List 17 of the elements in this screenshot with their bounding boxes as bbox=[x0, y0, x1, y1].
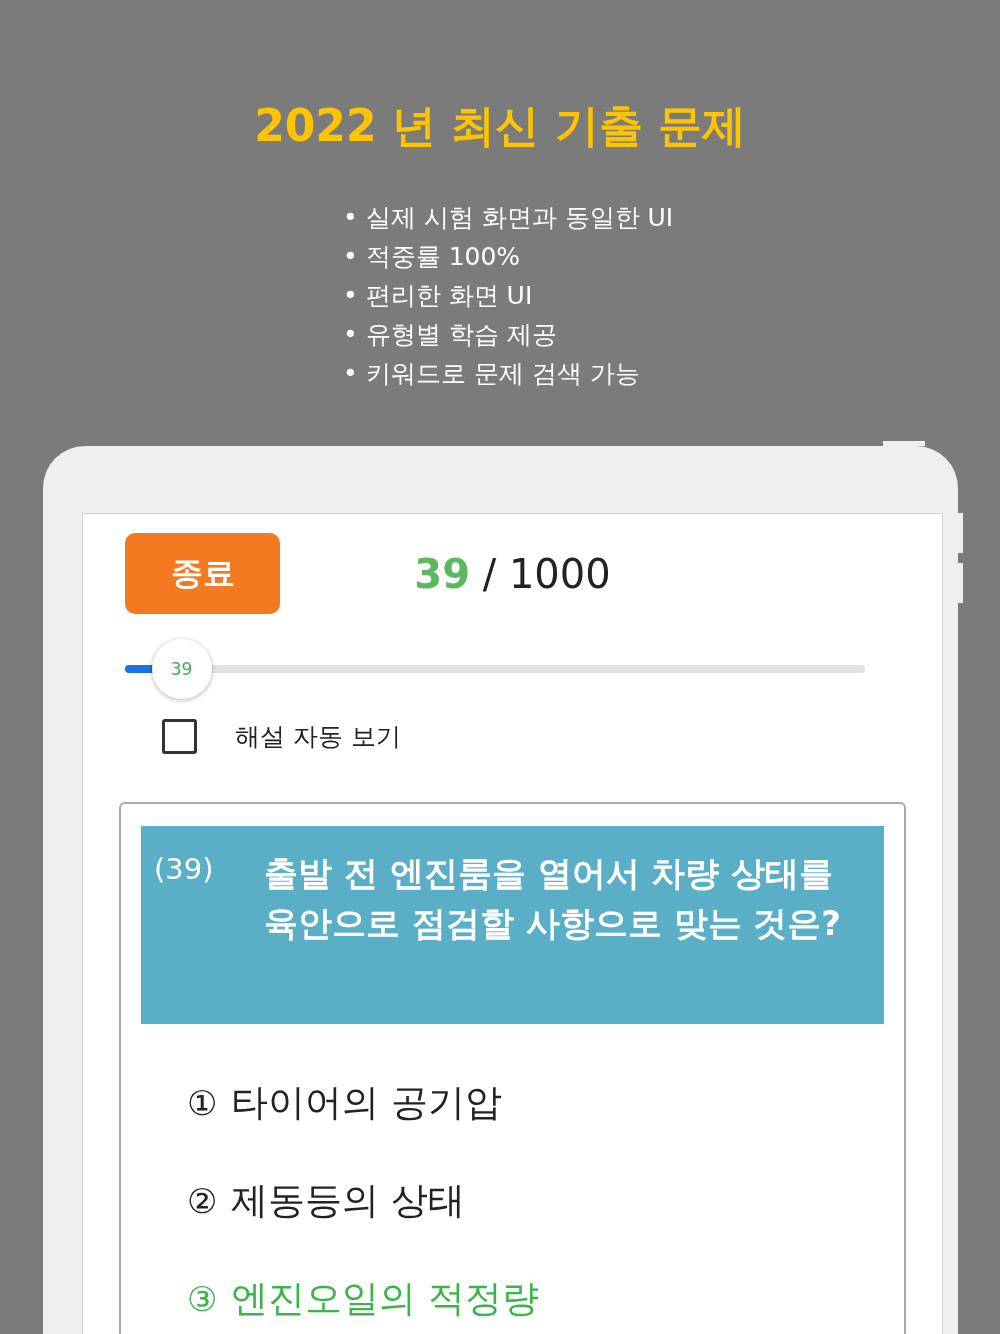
end-button[interactable]: 종료 bbox=[125, 533, 280, 614]
question-number: (39) bbox=[154, 852, 215, 888]
checkbox[interactable] bbox=[162, 719, 197, 754]
feature-item: • 키워드로 문제 검색 가능 bbox=[343, 358, 641, 390]
checkbox-label: 해설 자동 보기 bbox=[235, 721, 401, 753]
answer-option[interactable]: ① 타이어의 공기압 bbox=[187, 1054, 884, 1152]
feature-item: • 적중률 100% bbox=[343, 241, 522, 273]
feature-item: • 편리한 화면 UI bbox=[343, 280, 534, 312]
question-slider[interactable]: 39 bbox=[125, 639, 865, 699]
answer-option[interactable]: ② 제동등의 상태 bbox=[187, 1152, 884, 1250]
answer-option[interactable]: ③ 엔진오일의 적정량 bbox=[187, 1250, 884, 1334]
question-counter: 39 / 1000 bbox=[414, 550, 611, 597]
feature-item: • 실제 시험 화면과 동일한 UI bbox=[343, 202, 675, 234]
slider-thumb[interactable]: 39 bbox=[151, 639, 212, 699]
question-text: 출발 전 엔진룸을 열어서 차량 상태를 육안으로 점검할 사항으로 맞는 것은? bbox=[264, 852, 843, 945]
feature-item: • 유형별 학습 제공 bbox=[343, 319, 558, 351]
headline: 2022 년 최신 기출 문제 bbox=[253, 99, 747, 153]
